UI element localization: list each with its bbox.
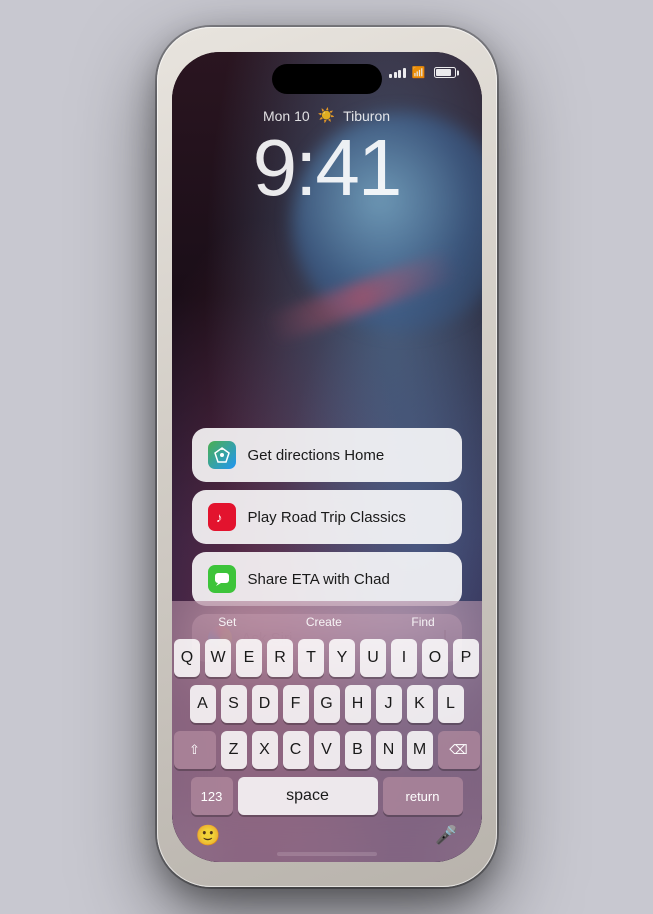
toolbar-set[interactable]: Set (206, 611, 248, 633)
keyboard-rows: Q W E R T Y U I O P A S D F G (176, 639, 478, 769)
key-j[interactable]: J (376, 685, 402, 723)
maps-app-icon (208, 441, 236, 469)
keyboard-toolbar: Set Create Find (176, 607, 478, 639)
battery-icon (434, 67, 456, 78)
time-display: 9:41 (253, 128, 401, 208)
key-shift[interactable]: ⇧ (174, 731, 216, 769)
emoji-button[interactable]: 🙂 (196, 823, 221, 848)
key-s[interactable]: S (221, 685, 247, 723)
key-p[interactable]: P (453, 639, 479, 677)
key-y[interactable]: Y (329, 639, 355, 677)
key-h[interactable]: H (345, 685, 371, 723)
key-delete[interactable]: ⌫ (438, 731, 480, 769)
suggestion-text-eta: Share ETA with Chad (248, 571, 390, 588)
key-m[interactable]: M (407, 731, 433, 769)
messages-app-icon (208, 565, 236, 593)
key-row-3: ⇧ Z X C V B N M ⌫ (178, 731, 476, 769)
key-numbers[interactable]: 123 (191, 777, 233, 815)
key-z[interactable]: Z (221, 731, 247, 769)
date-label: Mon 10 (263, 108, 310, 124)
keyboard-bottom-row: 123 space return (176, 777, 478, 815)
key-r[interactable]: R (267, 639, 293, 677)
key-f[interactable]: F (283, 685, 309, 723)
key-o[interactable]: O (422, 639, 448, 677)
status-icons: 📶 (389, 66, 455, 79)
suggestion-directions[interactable]: Get directions Home (192, 428, 462, 482)
key-q[interactable]: Q (174, 639, 200, 677)
keyboard-accessory-row: 🙂 🎤 (176, 815, 478, 852)
key-e[interactable]: E (236, 639, 262, 677)
key-row-1: Q W E R T Y U I O P (178, 639, 476, 677)
key-space[interactable]: space (238, 777, 378, 815)
suggestion-eta[interactable]: Share ETA with Chad (192, 552, 462, 606)
key-return[interactable]: return (383, 777, 463, 815)
location-label: Tiburon (343, 108, 390, 124)
phone-frame: 📶 Mon 10 ☀️ Tiburon 9:41 (157, 27, 497, 887)
toolbar-create[interactable]: Create (294, 611, 354, 633)
key-t[interactable]: T (298, 639, 324, 677)
suggestion-text-directions: Get directions Home (248, 447, 385, 464)
suggestion-text-music: Play Road Trip Classics (248, 509, 406, 526)
key-i[interactable]: I (391, 639, 417, 677)
key-b[interactable]: B (345, 731, 371, 769)
key-v[interactable]: V (314, 731, 340, 769)
suggestion-music[interactable]: ♪ Play Road Trip Classics (192, 490, 462, 544)
lock-screen-content: Mon 10 ☀️ Tiburon 9:41 (172, 107, 482, 208)
dynamic-island (272, 64, 382, 94)
phone-screen: 📶 Mon 10 ☀️ Tiburon 9:41 (172, 52, 482, 862)
key-d[interactable]: D (252, 685, 278, 723)
music-app-icon: ♪ (208, 503, 236, 531)
key-w[interactable]: W (205, 639, 231, 677)
key-l[interactable]: L (438, 685, 464, 723)
key-row-2: A S D F G H J K L (178, 685, 476, 723)
toolbar-find[interactable]: Find (399, 611, 446, 633)
key-g[interactable]: G (314, 685, 340, 723)
key-a[interactable]: A (190, 685, 216, 723)
key-u[interactable]: U (360, 639, 386, 677)
signal-icon (389, 68, 406, 78)
wifi-icon: 📶 (412, 66, 426, 79)
key-n[interactable]: N (376, 731, 402, 769)
key-c[interactable]: C (283, 731, 309, 769)
mic-button[interactable]: 🎤 (435, 825, 457, 846)
weather-icon: ☀️ (318, 107, 335, 124)
key-k[interactable]: K (407, 685, 433, 723)
keyboard-area: Set Create Find Q W E R T Y U I O P (172, 601, 482, 862)
key-x[interactable]: X (252, 731, 278, 769)
date-location-bar: Mon 10 ☀️ Tiburon (263, 107, 390, 124)
svg-text:♪: ♪ (216, 510, 223, 525)
